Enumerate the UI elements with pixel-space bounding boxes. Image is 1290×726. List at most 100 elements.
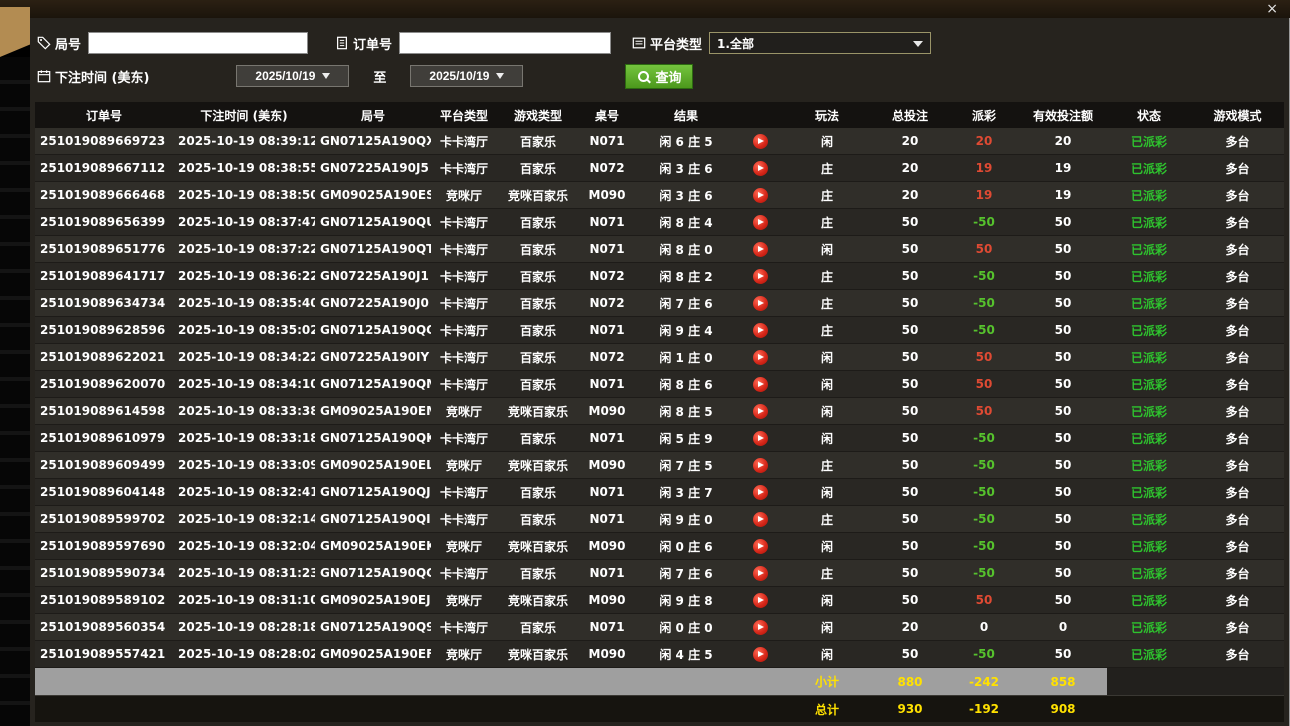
total-total-bet: 930 — [871, 696, 949, 722]
replay-button[interactable] — [737, 371, 783, 397]
replay-button[interactable] — [737, 236, 783, 262]
cell-bet: 20 — [871, 155, 949, 181]
cell-payout: 19 — [949, 155, 1019, 181]
cell-table: N072 — [579, 290, 635, 316]
cell-valid: 50 — [1019, 587, 1107, 613]
cell-order: 251019089656399 — [35, 209, 173, 235]
cell-game: 竞咪百家乐 — [497, 452, 579, 478]
table-row: 2510190896094992025-10-19 08:33:09GM0902… — [35, 452, 1284, 479]
cell-order: 251019089557421 — [35, 641, 173, 667]
search-icon — [637, 70, 650, 83]
cell-game: 百家乐 — [497, 614, 579, 640]
cell-status: 已派彩 — [1107, 290, 1191, 316]
cell-side: 庄 — [783, 560, 871, 586]
subtotal-payout: -242 — [949, 668, 1019, 695]
cell-payout: -50 — [949, 317, 1019, 343]
cell-round: GN07125A190QM — [315, 371, 431, 397]
replay-button[interactable] — [737, 425, 783, 451]
replay-button[interactable] — [737, 128, 783, 154]
cell-platform: 卡卡湾厅 — [431, 614, 497, 640]
cell-platform: 卡卡湾厅 — [431, 560, 497, 586]
cell-order: 251019089667112 — [35, 155, 173, 181]
cell-payout: 50 — [949, 398, 1019, 424]
play-icon — [753, 134, 768, 149]
table-row: 2510190896664682025-10-19 08:38:50GM0902… — [35, 182, 1284, 209]
cell-result: 闲 3 庄 6 — [635, 155, 737, 181]
date-from-button[interactable]: 2025/10/19 — [236, 65, 349, 87]
replay-button[interactable] — [737, 209, 783, 235]
cell-platform: 卡卡湾厅 — [431, 344, 497, 370]
table-row: 2510190895891022025-10-19 08:31:10GM0902… — [35, 587, 1284, 614]
cell-status: 已派彩 — [1107, 560, 1191, 586]
cell-time: 2025-10-19 08:34:22 — [173, 344, 315, 370]
replay-button[interactable] — [737, 641, 783, 667]
table-row: 2510190896697232025-10-19 08:39:12GN0712… — [35, 128, 1284, 155]
cell-order: 251019089628596 — [35, 317, 173, 343]
cell-valid: 50 — [1019, 236, 1107, 262]
replay-button[interactable] — [737, 182, 783, 208]
replay-button[interactable] — [737, 614, 783, 640]
cell-side: 闲 — [783, 587, 871, 613]
order-input[interactable] — [399, 32, 611, 54]
cell-side: 庄 — [783, 182, 871, 208]
cell-payout: 50 — [949, 236, 1019, 262]
cell-mode: 多台 — [1191, 209, 1284, 235]
replay-button[interactable] — [737, 155, 783, 181]
cell-mode: 多台 — [1191, 236, 1284, 262]
cell-platform: 卡卡湾厅 — [431, 290, 497, 316]
replay-button[interactable] — [737, 506, 783, 532]
close-icon[interactable]: × — [1266, 0, 1278, 18]
replay-button[interactable] — [737, 263, 783, 289]
replay-button[interactable] — [737, 317, 783, 343]
cell-order: 251019089620070 — [35, 371, 173, 397]
cell-status: 已派彩 — [1107, 641, 1191, 667]
cell-platform: 卡卡湾厅 — [431, 155, 497, 181]
background-left-strip — [0, 57, 30, 726]
subtotal-label: 小计 — [783, 668, 871, 695]
replay-button[interactable] — [737, 560, 783, 586]
cell-mode: 多台 — [1191, 533, 1284, 559]
column-header: 桌号 — [579, 102, 635, 128]
cell-order: 251019089666468 — [35, 182, 173, 208]
replay-button[interactable] — [737, 533, 783, 559]
cell-result: 闲 9 庄 4 — [635, 317, 737, 343]
cell-status: 已派彩 — [1107, 317, 1191, 343]
column-header: 局号 — [315, 102, 431, 128]
cell-game: 百家乐 — [497, 560, 579, 586]
order-label: 订单号 — [353, 34, 392, 53]
play-icon — [753, 296, 768, 311]
cell-status: 已派彩 — [1107, 371, 1191, 397]
platform-type-select[interactable]: 1.全部 — [709, 32, 931, 54]
replay-button[interactable] — [737, 290, 783, 316]
replay-button[interactable] — [737, 479, 783, 505]
cell-platform: 卡卡湾厅 — [431, 209, 497, 235]
cell-result: 闲 3 庄 7 — [635, 479, 737, 505]
column-header — [737, 102, 783, 128]
date-to-button[interactable]: 2025/10/19 — [410, 65, 523, 87]
query-button[interactable]: 查询 — [625, 64, 693, 89]
table-row: 2510190896347342025-10-19 08:35:40GN0722… — [35, 290, 1284, 317]
cell-game: 百家乐 — [497, 128, 579, 154]
replay-button[interactable] — [737, 344, 783, 370]
cell-side: 庄 — [783, 263, 871, 289]
replay-button[interactable] — [737, 398, 783, 424]
cell-valid: 50 — [1019, 641, 1107, 667]
cell-round: GN07125A190QX — [315, 128, 431, 154]
cell-side: 庄 — [783, 155, 871, 181]
list-icon — [631, 36, 646, 51]
total-spacer — [35, 696, 783, 722]
table-row: 2510190896200702025-10-19 08:34:10GN0712… — [35, 371, 1284, 398]
chevron-down-icon — [496, 73, 504, 79]
cell-round: GM09025A190EL — [315, 452, 431, 478]
cell-status: 已派彩 — [1107, 182, 1191, 208]
round-input[interactable] — [88, 32, 308, 54]
table-row: 2510190895907342025-10-19 08:31:23GN0712… — [35, 560, 1284, 587]
side-tab[interactable] — [0, 7, 30, 57]
replay-button[interactable] — [737, 452, 783, 478]
replay-button[interactable] — [737, 587, 783, 613]
cell-side: 闲 — [783, 425, 871, 451]
play-icon — [753, 242, 768, 257]
play-icon — [753, 215, 768, 230]
cell-table: N071 — [579, 209, 635, 235]
cell-table: N071 — [579, 317, 635, 343]
